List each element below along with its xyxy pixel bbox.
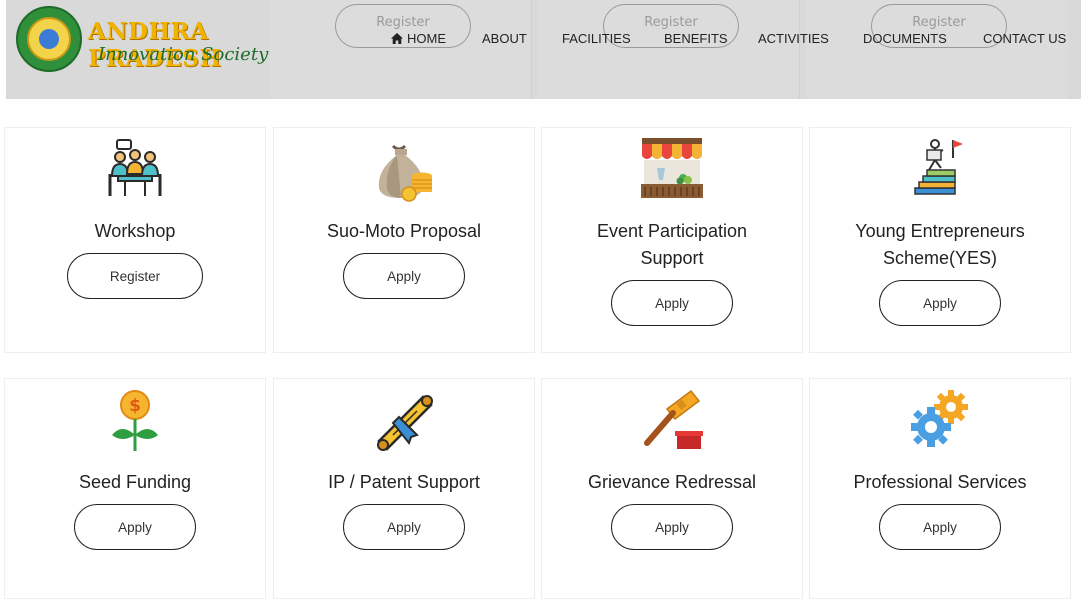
card-event-participation-support: Event Participation Support Apply	[541, 127, 803, 353]
card-title: Suo-Moto Proposal	[326, 221, 482, 241]
climbing-books-icon	[914, 139, 963, 195]
nav-activities[interactable]: ACTIVITIES	[758, 31, 829, 46]
svg-text:$: $	[129, 396, 141, 416]
card-seed-funding: $ Seed Funding Apply	[4, 378, 266, 599]
apply-button[interactable]: Apply	[611, 280, 733, 326]
apply-button[interactable]: Apply	[343, 504, 465, 550]
market-stall-icon	[641, 138, 703, 198]
site-logo[interactable]: ANDHRA PRADESH Innovation Society	[14, 6, 276, 78]
meeting-icon	[108, 139, 162, 196]
card-ip-patent-support: IP / Patent Support Apply	[273, 378, 535, 599]
apply-button[interactable]: Apply	[74, 504, 196, 550]
card-title-text: Young Entrepreneurs Scheme(YES)	[855, 221, 1025, 268]
state-seal-icon	[16, 6, 82, 72]
apply-button[interactable]: Apply	[343, 253, 465, 299]
nav-documents[interactable]: DOCUMENTS	[863, 31, 947, 46]
apply-button[interactable]: Apply	[879, 280, 1001, 326]
header-ghost-card: Register	[538, 0, 800, 99]
card-title: Seed Funding	[78, 472, 192, 492]
header-ghost-card: Register	[270, 0, 532, 99]
nav-about[interactable]: ABOUT	[482, 31, 527, 46]
card-title: Young Entrepreneurs Scheme(YES)	[810, 218, 1070, 272]
money-bag-icon	[378, 144, 432, 202]
nav-benefits[interactable]: BENEFITS	[664, 31, 728, 46]
apply-button[interactable]: Apply	[611, 504, 733, 550]
nav-contact-us[interactable]: CONTACT US	[983, 31, 1066, 46]
card-grievance-redressal: Grievance Redressal Apply	[541, 378, 803, 599]
gavel-icon	[644, 389, 703, 449]
nav-facilities[interactable]: FACILITIES	[562, 31, 631, 46]
gears-icon	[911, 390, 968, 447]
money-plant-icon: $	[112, 390, 158, 451]
site-header: Register Register Register ANDHRA PRADES…	[6, 0, 1081, 99]
card-suo-moto-proposal: Suo-Moto Proposal Apply	[273, 127, 535, 353]
card-title-text: Event Participation Support	[596, 221, 748, 268]
card-title: IP / Patent Support	[328, 472, 480, 492]
card-title: Workshop	[94, 221, 176, 241]
register-button[interactable]: Register	[67, 253, 203, 299]
apply-button[interactable]: Apply	[879, 504, 1001, 550]
card-workshop: Workshop Register	[4, 127, 266, 353]
nav-home-label: HOME	[407, 31, 446, 46]
scroll-certificate-icon	[377, 395, 433, 451]
header-ghost-card: Register	[806, 0, 1068, 99]
logo-subtitle: Innovation Society	[98, 44, 269, 65]
card-young-entrepreneurs-scheme: Young Entrepreneurs Scheme(YES) Apply	[809, 127, 1071, 353]
card-title: Grievance Redressal	[587, 472, 757, 492]
card-professional-services: Professional Services Apply	[809, 378, 1071, 599]
nav-home[interactable]: HOME	[391, 31, 446, 46]
card-title: Event Participation Support	[542, 218, 802, 272]
home-icon	[391, 33, 403, 44]
card-title: Professional Services	[853, 472, 1027, 492]
